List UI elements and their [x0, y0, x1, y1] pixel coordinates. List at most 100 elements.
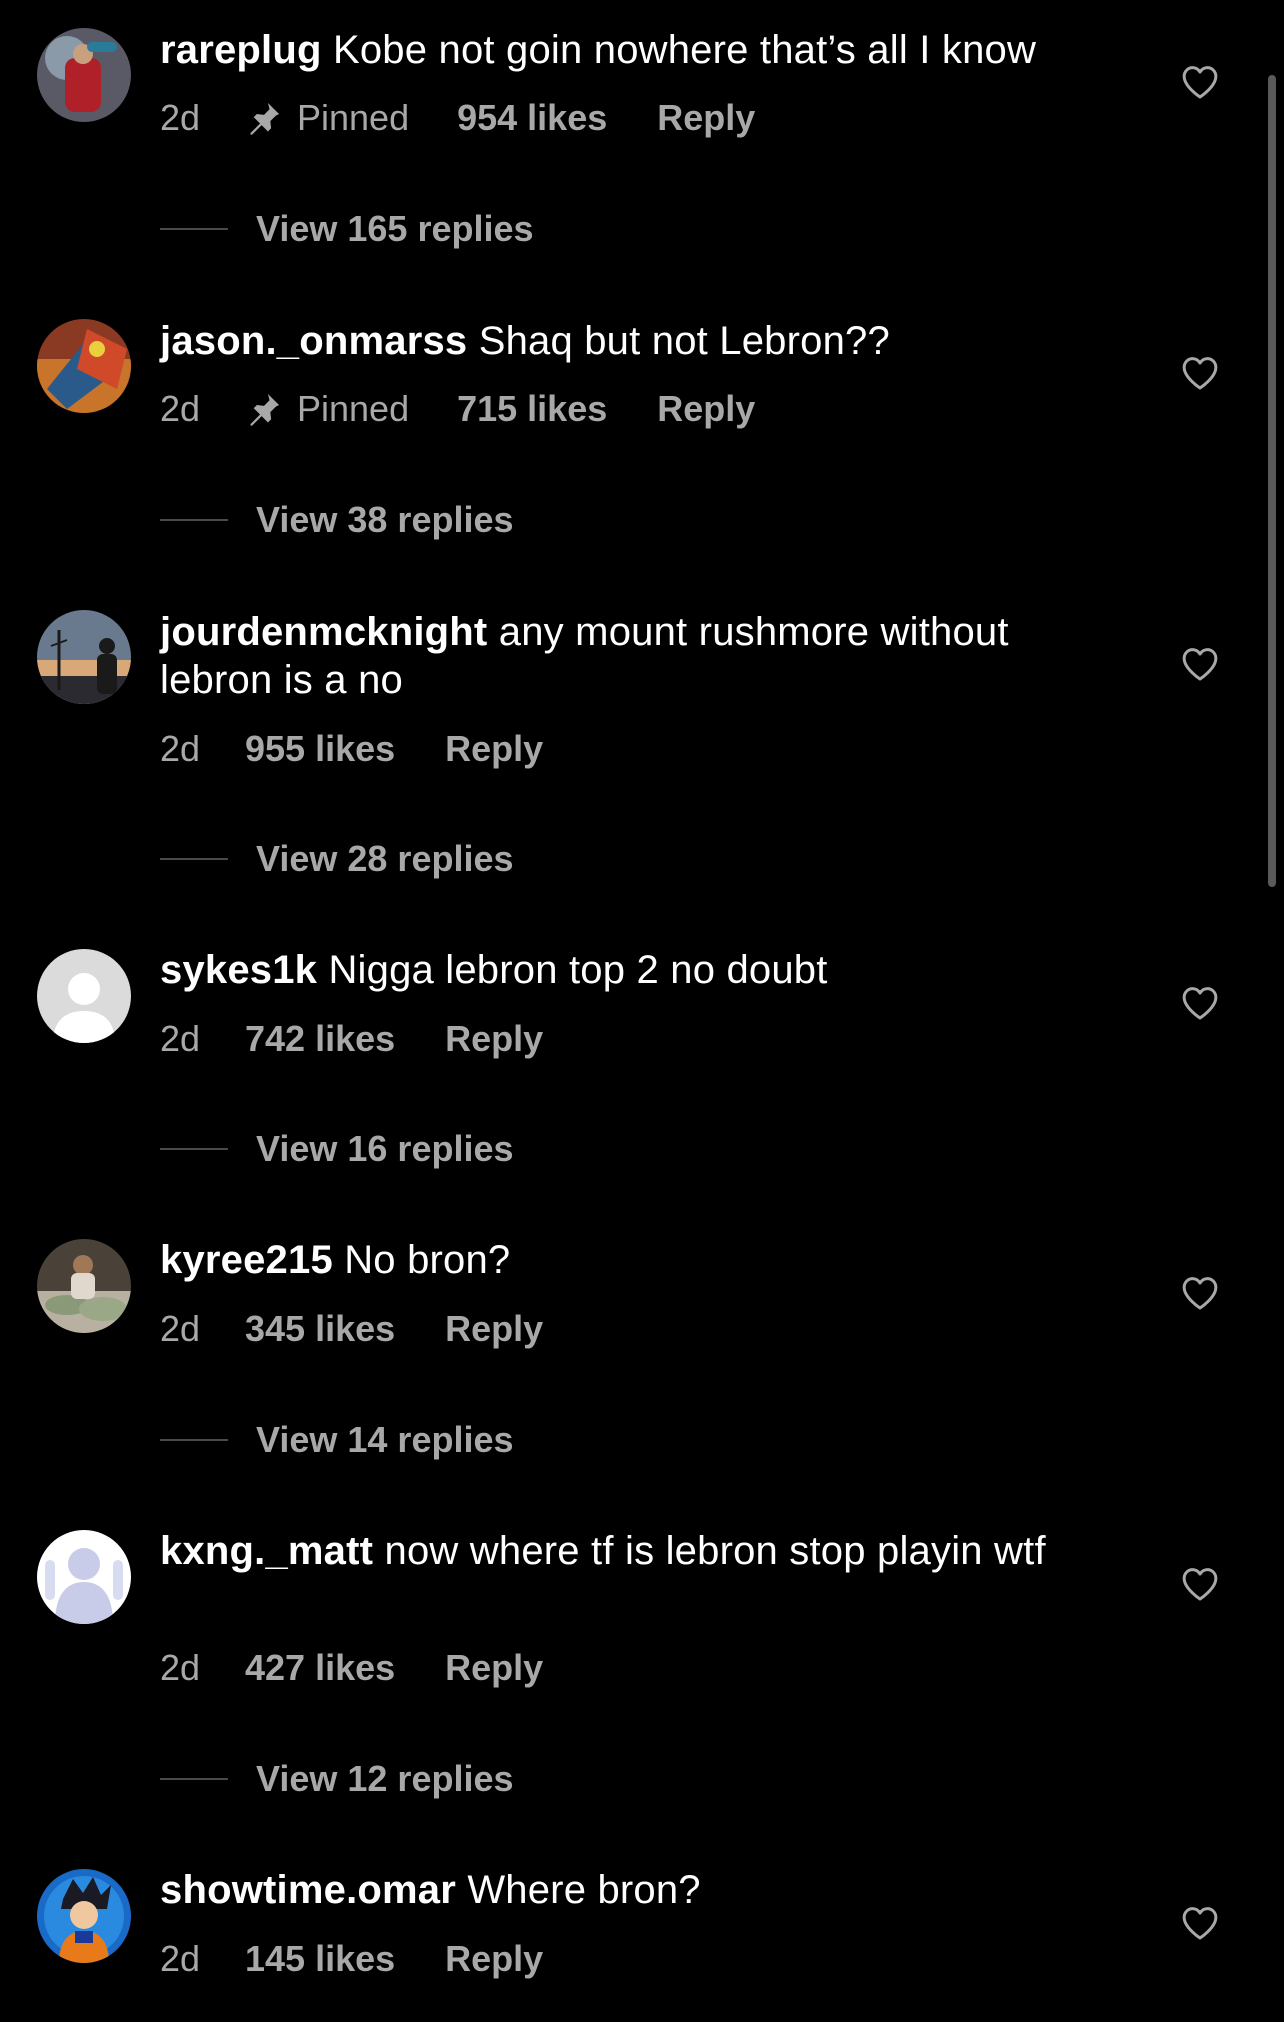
comment-meta: 2d 742 likes Reply: [160, 1015, 543, 1063]
comment-meta: 2d 955 likes Reply: [160, 725, 543, 773]
avatar[interactable]: [37, 949, 131, 1043]
heart-icon: [1182, 1568, 1218, 1601]
heart-icon: [1182, 357, 1218, 390]
comment-meta: 2d Pinned 954 likes Reply: [160, 94, 755, 142]
reply-button[interactable]: Reply: [657, 388, 755, 430]
like-button[interactable]: [1180, 1903, 1220, 1943]
replies-divider-line: [160, 1439, 228, 1441]
likes-count[interactable]: 715 likes: [457, 388, 607, 430]
comment-meta: 2d 145 likes Reply: [160, 1935, 543, 1983]
avatar[interactable]: [37, 28, 131, 122]
avatar-image: [37, 28, 131, 122]
comment-username[interactable]: jason._onmarss: [160, 319, 467, 363]
avatar-image: [37, 1530, 131, 1624]
like-button[interactable]: [1180, 983, 1220, 1023]
likes-count[interactable]: 954 likes: [457, 97, 607, 139]
comment-meta: 2d Pinned 715 likes Reply: [160, 385, 755, 433]
reply-button[interactable]: Reply: [445, 1647, 543, 1689]
like-button[interactable]: [1180, 353, 1220, 393]
avatar-image: [37, 1239, 131, 1333]
comment-text: now where tf is lebron stop playin wtf: [384, 1529, 1046, 1573]
likes-count[interactable]: 427 likes: [245, 1647, 395, 1689]
reply-button[interactable]: Reply: [445, 728, 543, 770]
view-replies-label: View 165 replies: [256, 208, 534, 249]
replies-divider-line: [160, 858, 228, 860]
heart-icon: [1182, 648, 1218, 681]
comment-body: kxng._matt now where tf is lebron stop p…: [160, 1527, 1100, 1575]
comment-time: 2d: [160, 1018, 201, 1059]
view-replies-button[interactable]: View 12 replies: [160, 1755, 514, 1803]
likes-count[interactable]: 345 likes: [245, 1308, 395, 1350]
pin-icon: [250, 393, 280, 426]
comment-time: 2d: [160, 388, 201, 429]
scrollbar[interactable]: [1268, 75, 1276, 887]
pinned-indicator: Pinned: [245, 97, 409, 139]
comment-time: 2d: [160, 97, 201, 138]
comment-time: 2d: [160, 728, 201, 769]
replies-divider-line: [160, 1778, 228, 1780]
replies-divider-line: [160, 1148, 228, 1150]
comment-meta: 2d 345 likes Reply: [160, 1305, 543, 1353]
comment-body: kyree215 No bron?: [160, 1236, 1100, 1284]
comment-text: Where bron?: [467, 1868, 701, 1912]
heart-icon: [1182, 66, 1218, 99]
heart-icon: [1182, 1277, 1218, 1310]
pinned-label: Pinned: [297, 97, 410, 138]
view-replies-label: View 38 replies: [256, 499, 514, 540]
replies-divider-line: [160, 519, 228, 521]
comment-text: Shaq but not Lebron??: [478, 319, 890, 363]
avatar[interactable]: [37, 319, 131, 413]
reply-button[interactable]: Reply: [657, 97, 755, 139]
avatar[interactable]: [37, 610, 131, 704]
reply-button[interactable]: Reply: [445, 1308, 543, 1350]
comment-body: rareplug Kobe not goin nowhere that’s al…: [160, 26, 1100, 74]
heart-icon: [1182, 987, 1218, 1020]
likes-count[interactable]: 955 likes: [245, 728, 395, 770]
comment-username[interactable]: rareplug: [160, 28, 322, 72]
comment-username[interactable]: jourdenmcknight: [160, 610, 487, 654]
comment-time: 2d: [160, 1647, 201, 1688]
view-replies-label: View 16 replies: [256, 1128, 514, 1169]
like-button[interactable]: [1180, 1273, 1220, 1313]
comment-username[interactable]: sykes1k: [160, 948, 317, 992]
comment-body: jourdenmcknight any mount rushmore witho…: [160, 608, 1100, 704]
likes-count[interactable]: 145 likes: [245, 1938, 395, 1980]
view-replies-button[interactable]: View 165 replies: [160, 205, 534, 253]
avatar[interactable]: [37, 1869, 131, 1963]
comment-time: 2d: [160, 1308, 201, 1349]
avatar[interactable]: [37, 1530, 131, 1624]
comment-username[interactable]: kyree215: [160, 1238, 333, 1282]
comment-text: Kobe not goin nowhere that’s all I know: [332, 28, 1037, 72]
comment-username[interactable]: showtime.omar: [160, 1868, 456, 1912]
heart-icon: [1182, 1907, 1218, 1940]
view-replies-button[interactable]: View 38 replies: [160, 496, 514, 544]
avatar-image: [37, 610, 131, 704]
comment-body: jason._onmarss Shaq but not Lebron??: [160, 317, 1100, 365]
view-replies-button[interactable]: View 14 replies: [160, 1416, 514, 1464]
default-avatar-icon: [37, 949, 131, 1043]
comment-body: showtime.omar Where bron?: [160, 1866, 1100, 1914]
view-replies-label: View 28 replies: [256, 838, 514, 879]
pinned-label: Pinned: [297, 388, 410, 429]
like-button[interactable]: [1180, 644, 1220, 684]
like-button[interactable]: [1180, 1564, 1220, 1604]
avatar-image: [37, 319, 131, 413]
likes-count[interactable]: 742 likes: [245, 1018, 395, 1060]
reply-button[interactable]: Reply: [445, 1938, 543, 1980]
like-button[interactable]: [1180, 62, 1220, 102]
reply-button[interactable]: Reply: [445, 1018, 543, 1060]
comment-meta: 2d 427 likes Reply: [160, 1644, 543, 1692]
view-replies-button[interactable]: View 28 replies: [160, 835, 514, 883]
avatar-image: [37, 1869, 131, 1963]
comment-body: sykes1k Nigga lebron top 2 no doubt: [160, 946, 1100, 994]
comment-text: Nigga lebron top 2 no doubt: [328, 948, 828, 992]
comment-username[interactable]: kxng._matt: [160, 1529, 373, 1573]
view-replies-label: View 14 replies: [256, 1419, 514, 1460]
comment-text: No bron?: [344, 1238, 511, 1282]
avatar[interactable]: [37, 1239, 131, 1333]
replies-divider-line: [160, 228, 228, 230]
view-replies-label: View 12 replies: [256, 1758, 514, 1799]
comment-time: 2d: [160, 1938, 201, 1979]
view-replies-button[interactable]: View 16 replies: [160, 1125, 514, 1173]
pinned-indicator: Pinned: [245, 388, 409, 430]
